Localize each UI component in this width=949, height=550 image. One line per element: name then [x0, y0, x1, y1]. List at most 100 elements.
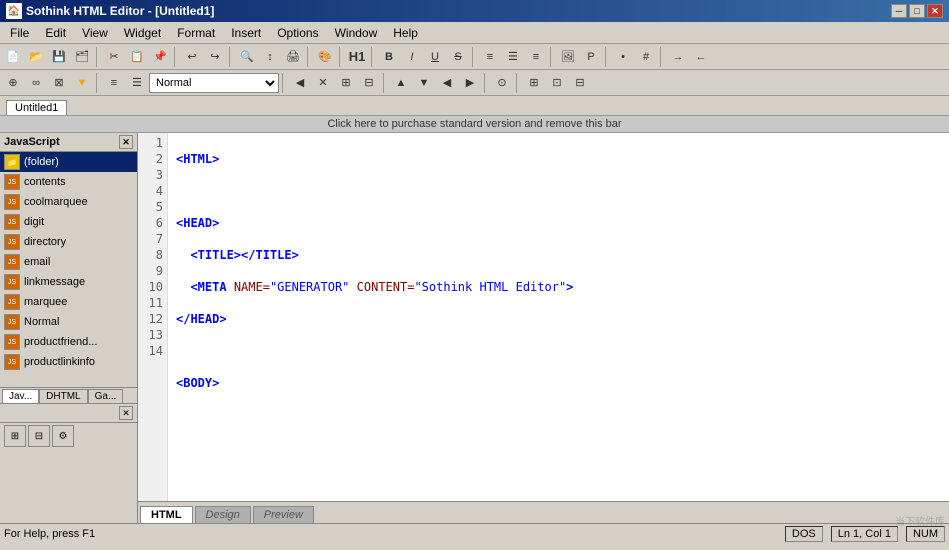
bullet-button[interactable]: • — [612, 46, 634, 68]
tab-design[interactable]: Design — [195, 506, 251, 523]
minimize-button[interactable]: ─ — [891, 4, 907, 18]
align-left-button[interactable]: ≡ — [479, 46, 501, 68]
tb2-btn7[interactable]: ◀ — [289, 72, 311, 94]
tab-javascript-short[interactable]: Jav... — [2, 389, 39, 403]
tb2-btn14[interactable]: ▶ — [459, 72, 481, 94]
bp-icon-1[interactable]: ⊞ — [4, 425, 26, 447]
italic-button[interactable]: I — [401, 46, 423, 68]
list-item-digit[interactable]: JS digit — [0, 212, 137, 232]
number-button[interactable]: # — [635, 46, 657, 68]
menu-window[interactable]: Window — [327, 24, 386, 42]
cut-button[interactable]: ✂ — [103, 46, 125, 68]
left-panel-title: JavaScript — [4, 136, 60, 148]
code-line-7 — [176, 343, 941, 359]
tb2-btn8[interactable]: ✕ — [312, 72, 334, 94]
list-item-email[interactable]: JS email — [0, 252, 137, 272]
line-num-3: 3 — [138, 167, 167, 183]
redo-button[interactable]: ↪ — [204, 46, 226, 68]
tb2-btn2[interactable]: ∞ — [25, 72, 47, 94]
replace-button[interactable]: ↕ — [259, 46, 281, 68]
purchase-bar[interactable]: Click here to purchase standard version … — [0, 116, 949, 133]
print-button[interactable]: 🖨 — [282, 46, 304, 68]
tb2-btn1[interactable]: ⊕ — [2, 72, 24, 94]
tb2-btn10[interactable]: ⊟ — [358, 72, 380, 94]
item-label-marquee: marquee — [24, 296, 67, 308]
line-num-13: 13 — [138, 327, 167, 343]
line-num-2: 2 — [138, 151, 167, 167]
tab-preview[interactable]: Preview — [253, 506, 314, 523]
tb2-btn4[interactable]: ▼ — [71, 72, 93, 94]
tb2-btn3[interactable]: ⊠ — [48, 72, 70, 94]
code-area: 1 2 3 4 5 6 7 8 9 10 11 12 13 14 <HTML> … — [138, 133, 949, 501]
bottom-panel-close-button[interactable]: ✕ — [119, 406, 133, 420]
align-center-button[interactable]: ☰ — [502, 46, 524, 68]
find-button[interactable]: 🔍 — [236, 46, 258, 68]
undo-button[interactable]: ↩ — [181, 46, 203, 68]
list-item-marquee[interactable]: JS marquee — [0, 292, 137, 312]
tb2-btn11[interactable]: ▲ — [390, 72, 412, 94]
code-content[interactable]: <HTML> <HEAD> <TITLE></TITLE> <META NAME… — [168, 133, 949, 501]
tab-html[interactable]: HTML — [140, 506, 193, 523]
doc-tabs: Untitled1 — [0, 96, 949, 116]
list-item-folder[interactable]: 📁 (folder) — [0, 152, 137, 172]
outdent-button[interactable]: ← — [690, 46, 712, 68]
menu-format[interactable]: Format — [169, 24, 223, 42]
menu-insert[interactable]: Insert — [223, 24, 269, 42]
left-panel-close-button[interactable]: ✕ — [119, 135, 133, 149]
item-label-productlinkinfo: productlinkinfo — [24, 356, 95, 368]
bp-icon-2[interactable]: ⊟ — [28, 425, 50, 447]
code-line-8: <BODY> — [176, 375, 941, 391]
menu-edit[interactable]: Edit — [37, 24, 74, 42]
js-icon-contents: JS — [4, 174, 20, 190]
tb2-btn9[interactable]: ⊞ — [335, 72, 357, 94]
tb2-btn15[interactable]: ⊙ — [491, 72, 513, 94]
list-item-normal[interactable]: JS Normal — [0, 312, 137, 332]
separator — [371, 47, 375, 67]
save-all-button[interactable]: 🗂 — [71, 46, 93, 68]
tb2-btn13[interactable]: ◀ — [436, 72, 458, 94]
tb2-btn5[interactable]: ≡ — [103, 72, 125, 94]
doc-tab-untitled1[interactable]: Untitled1 — [6, 100, 67, 115]
menu-help[interactable]: Help — [385, 24, 426, 42]
tb2-btn17[interactable]: ⊡ — [546, 72, 568, 94]
menu-file[interactable]: File — [2, 24, 37, 42]
bold-button[interactable]: B — [378, 46, 400, 68]
item-label-productfriend: productfriend... — [24, 336, 97, 348]
paste-button[interactable]: 📌 — [149, 46, 171, 68]
heading-button[interactable]: H1 — [346, 46, 368, 68]
list-item-productlinkinfo[interactable]: JS productlinkinfo — [0, 352, 137, 372]
list-item-productfriend[interactable]: JS productfriend... — [0, 332, 137, 352]
left-panel: JavaScript ✕ 📁 (folder) JS contents JS c… — [0, 133, 138, 523]
restore-button[interactable]: □ — [909, 4, 925, 18]
js-icon-coolmarquee: JS — [4, 194, 20, 210]
list-item-contents[interactable]: JS contents — [0, 172, 137, 192]
menu-view[interactable]: View — [74, 24, 116, 42]
img-button[interactable]: 🖼 — [557, 46, 579, 68]
tab-gallery[interactable]: Ga... — [88, 389, 124, 403]
menu-options[interactable]: Options — [269, 24, 326, 42]
tb2-btn16[interactable]: ⊞ — [523, 72, 545, 94]
style-dropdown[interactable]: Normal — [149, 73, 279, 93]
tab-dhtml[interactable]: DHTML — [39, 389, 87, 403]
tb2-btn18[interactable]: ⊟ — [569, 72, 591, 94]
left-panel-header: JavaScript ✕ — [0, 133, 137, 152]
tb2-btn6[interactable]: ☰ — [126, 72, 148, 94]
copy-button[interactable]: 📋 — [126, 46, 148, 68]
strikethrough-button[interactable]: S — [447, 46, 469, 68]
list-item-coolmarquee[interactable]: JS coolmarquee — [0, 192, 137, 212]
save-button[interactable]: 💾 — [48, 46, 70, 68]
bp-icon-3[interactable]: ⚙ — [52, 425, 74, 447]
list-item-directory[interactable]: JS directory — [0, 232, 137, 252]
new-button[interactable]: 📄 — [2, 46, 24, 68]
list-item-linkmessage[interactable]: JS linkmessage — [0, 272, 137, 292]
open-button[interactable]: 📂 — [25, 46, 47, 68]
help-text: For Help, press F1 — [4, 528, 95, 540]
link-button[interactable]: P — [580, 46, 602, 68]
underline-button[interactable]: U — [424, 46, 446, 68]
close-button[interactable]: ✕ — [927, 4, 943, 18]
indent-button[interactable]: → — [667, 46, 689, 68]
align-right-button[interactable]: ≡ — [525, 46, 547, 68]
tb2-btn12[interactable]: ▼ — [413, 72, 435, 94]
color-button[interactable]: 🎨 — [314, 46, 336, 68]
menu-widget[interactable]: Widget — [116, 24, 169, 42]
